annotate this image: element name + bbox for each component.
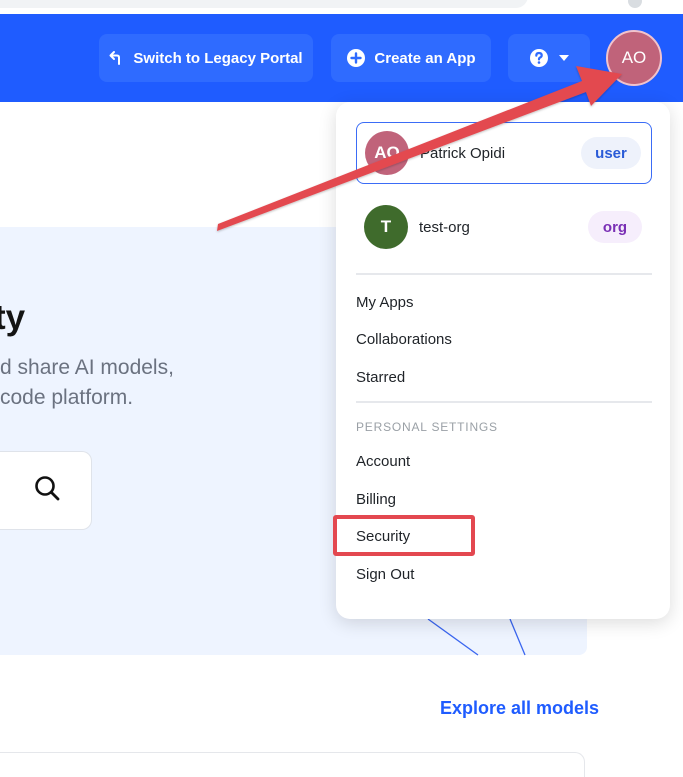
explore-all-models-link[interactable]: Explore all models: [440, 698, 599, 719]
account-avatar-org: T: [364, 205, 408, 249]
account-option-org[interactable]: T test-org org: [356, 196, 652, 258]
model-card: [0, 752, 585, 777]
account-avatar-user: AO: [365, 131, 409, 175]
account-type-badge-org: org: [588, 211, 642, 243]
menu-item-starred[interactable]: Starred: [356, 369, 405, 386]
menu-item-collaborations[interactable]: Collaborations: [356, 331, 452, 348]
security-highlight-annotation: [333, 515, 475, 556]
account-name-user: Patrick Opidi: [420, 144, 506, 162]
menu-divider: [356, 273, 652, 275]
menu-item-account[interactable]: Account: [356, 453, 410, 470]
menu-divider: [356, 401, 652, 403]
account-type-badge-user: user: [581, 137, 641, 169]
account-name-org: test-org: [419, 218, 470, 236]
menu-item-sign-out[interactable]: Sign Out: [356, 566, 414, 583]
account-option-user[interactable]: AO Patrick Opidi user: [356, 122, 652, 184]
menu-item-my-apps[interactable]: My Apps: [356, 294, 414, 311]
personal-settings-heading: PERSONAL SETTINGS: [356, 420, 498, 434]
menu-item-billing[interactable]: Billing: [356, 491, 396, 508]
